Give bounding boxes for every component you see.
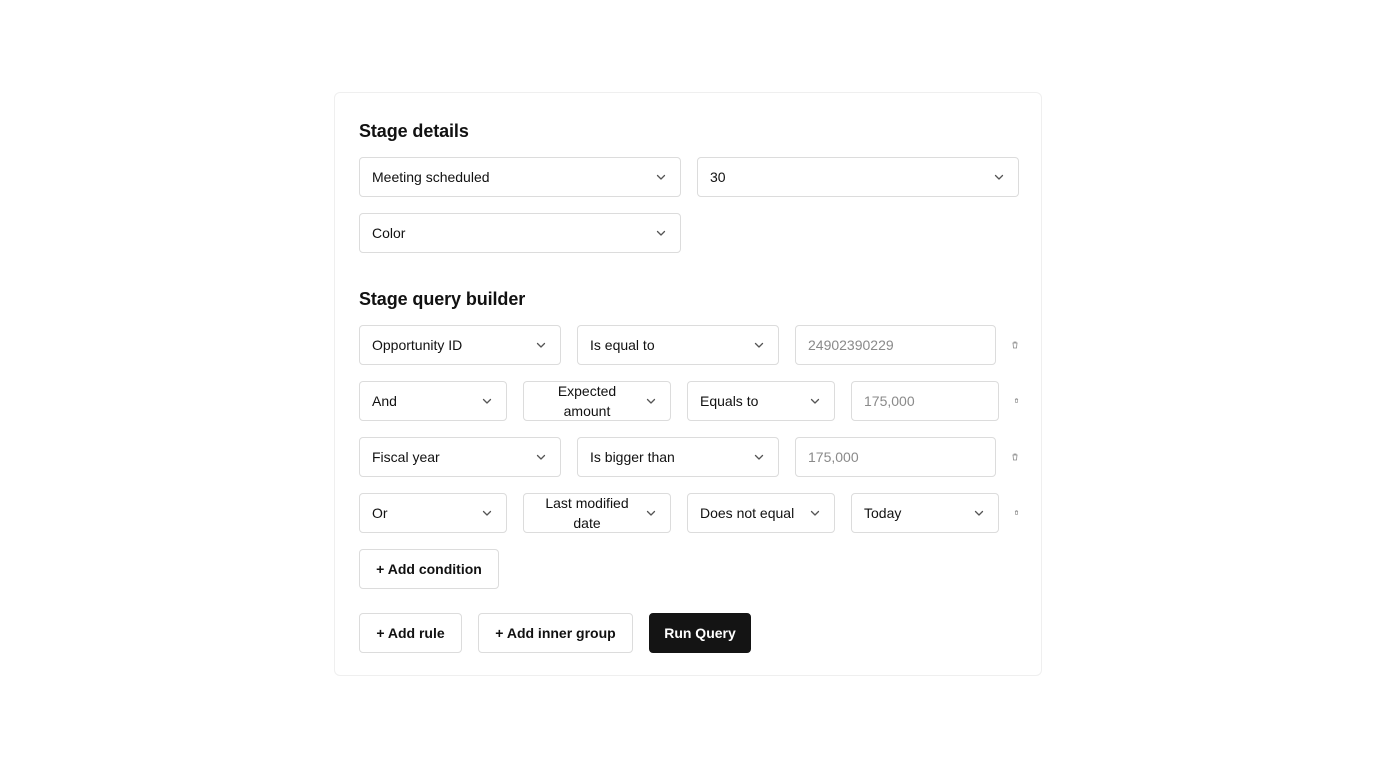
run-query-button[interactable]: Run Query (649, 613, 751, 653)
chevron-down-icon (810, 510, 820, 516)
color-select-value: Color (372, 225, 406, 241)
value-select-value: Today (864, 505, 902, 521)
connector-select[interactable]: And (359, 381, 507, 421)
condition-value-input[interactable] (795, 325, 996, 365)
condition-value-select[interactable]: Today (851, 493, 999, 533)
field-select-value: Fiscal year (372, 449, 440, 465)
operator-select-value: Is equal to (590, 337, 655, 353)
connector-select[interactable]: Or (359, 493, 507, 533)
add-inner-group-button[interactable]: + Add inner group (478, 613, 633, 653)
chevron-down-icon (482, 398, 492, 404)
chevron-down-icon (646, 398, 656, 404)
connector-select-value: Or (372, 505, 388, 521)
condition-operator-select[interactable]: Is equal to (577, 325, 779, 365)
chevron-down-icon (656, 174, 666, 180)
operator-select-value: Is bigger than (590, 449, 675, 465)
field-select-value: Last modified date (545, 495, 629, 531)
field-select-value: Expected amount (557, 383, 617, 419)
chevron-down-icon (646, 510, 656, 516)
condition-field-select[interactable]: Fiscal year (359, 437, 561, 477)
add-rule-button[interactable]: + Add rule (359, 613, 462, 653)
operator-select-value: Does not equal (700, 505, 795, 521)
condition-field-select[interactable]: Last modified date (523, 493, 671, 533)
condition-value-input[interactable] (795, 437, 996, 477)
field-select-value: Opportunity ID (372, 337, 463, 353)
trash-icon[interactable] (1014, 510, 1019, 515)
condition-operator-select[interactable]: Equals to (687, 381, 835, 421)
chevron-down-icon (656, 230, 666, 236)
stage-card: Stage details Meeting scheduled 30 Color… (334, 92, 1042, 676)
chevron-down-icon (810, 398, 820, 404)
probability-select-value: 30 (710, 169, 726, 185)
trash-icon[interactable] (1011, 453, 1019, 461)
chevron-down-icon (536, 342, 546, 348)
condition-operator-select[interactable]: Is bigger than (577, 437, 779, 477)
query-builder-heading: Stage query builder (359, 289, 526, 309)
chevron-down-icon (994, 174, 1004, 180)
trash-icon[interactable] (1014, 398, 1019, 403)
connector-select-value: And (372, 393, 397, 409)
condition-value-input[interactable] (851, 381, 999, 421)
chevron-down-icon (974, 510, 984, 516)
chevron-down-icon (482, 510, 492, 516)
stage-select[interactable]: Meeting scheduled (359, 157, 681, 197)
condition-field-select[interactable]: Expected amount (523, 381, 671, 421)
condition-field-select[interactable]: Opportunity ID (359, 325, 561, 365)
trash-icon[interactable] (1011, 341, 1019, 349)
condition-operator-select[interactable]: Does not equal (687, 493, 835, 533)
probability-select[interactable]: 30 (697, 157, 1019, 197)
chevron-down-icon (754, 342, 764, 348)
chevron-down-icon (536, 454, 546, 460)
chevron-down-icon (754, 454, 764, 460)
operator-select-value: Equals to (700, 393, 759, 409)
add-condition-button[interactable]: + Add condition (359, 549, 499, 589)
color-select[interactable]: Color (359, 213, 681, 253)
stage-details-heading: Stage details (359, 121, 469, 141)
stage-select-value: Meeting scheduled (372, 169, 490, 185)
